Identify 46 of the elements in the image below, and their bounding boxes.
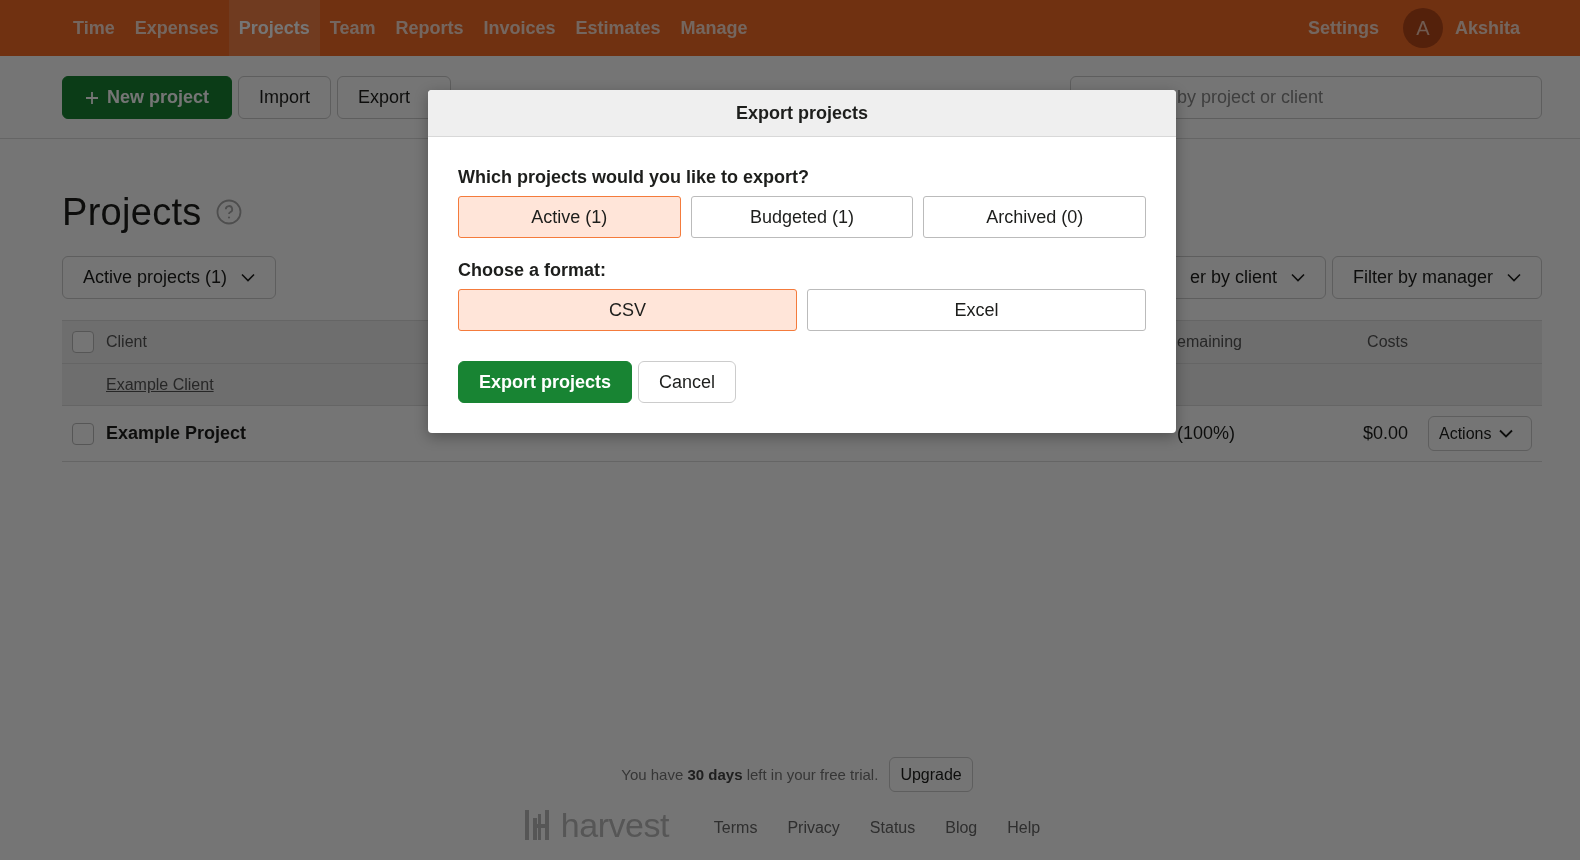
footer-link[interactable]: Status [854, 813, 931, 837]
dialog-title: Export projects [736, 102, 868, 124]
footer-link[interactable]: Privacy [772, 813, 855, 837]
upgrade-button[interactable]: Upgrade [889, 757, 973, 792]
column-header: emaining [1177, 333, 1243, 351]
nav-tab[interactable]: Expenses [124, 0, 229, 56]
export-projects-button[interactable]: Export projects [458, 361, 633, 403]
footer-link[interactable]: Help [992, 813, 1056, 837]
scope-option[interactable]: Archived (0) [923, 196, 1146, 238]
format-option[interactable]: Excel [807, 289, 1146, 331]
user-avatar[interactable]: A [1402, 8, 1443, 48]
nav-tab[interactable]: Time [63, 0, 125, 56]
nav-tab[interactable]: Team [319, 0, 386, 56]
footer-link[interactable]: Terms [698, 813, 773, 837]
chevron-down-icon [241, 273, 256, 282]
column-header: Costs [1367, 333, 1408, 351]
nav-tab[interactable]: Manage [670, 0, 758, 56]
plus-icon [85, 90, 99, 105]
nav-tab[interactable]: Invoices [473, 0, 566, 56]
scope-option[interactable]: Budgeted (1) [690, 196, 914, 238]
import-button[interactable]: Import [238, 76, 332, 119]
question-label: Which projects would you like to export? [458, 167, 811, 188]
footer-link[interactable]: Blog [930, 813, 993, 837]
settings-link[interactable]: Settings [1297, 17, 1389, 39]
manager-filter-dropdown[interactable]: Filter by manager [1331, 256, 1542, 299]
cancel-button[interactable]: Cancel [638, 361, 737, 403]
format-label: Choose a format: [458, 260, 608, 281]
table-cell-text: (100%) [1177, 423, 1237, 444]
user-name[interactable]: Akshita [1444, 17, 1530, 39]
nav-tab[interactable]: Estimates [565, 0, 671, 56]
page-title: Projects [62, 190, 202, 234]
status-filter-dropdown[interactable]: Active projects (1) [62, 256, 277, 299]
trial-notice: You have 30 days left in your free trial. [621, 766, 879, 783]
nav-tab[interactable]: Reports [385, 0, 474, 56]
row-checkbox[interactable] [72, 422, 94, 445]
scope-option[interactable]: Active (1) [458, 196, 681, 238]
chevron-down-icon [1507, 273, 1521, 282]
format-option[interactable]: CSV [458, 289, 797, 331]
select-all-checkbox[interactable] [72, 331, 94, 353]
chevron-down-icon [1290, 273, 1305, 282]
new-project-button[interactable]: New project [62, 76, 233, 119]
help-icon[interactable] [215, 199, 242, 225]
column-header: Client [106, 333, 148, 351]
table-cell: $0.00 [1362, 423, 1408, 444]
actions-dropdown[interactable]: Actions [1428, 416, 1532, 451]
chevron-down-icon [1499, 429, 1514, 438]
